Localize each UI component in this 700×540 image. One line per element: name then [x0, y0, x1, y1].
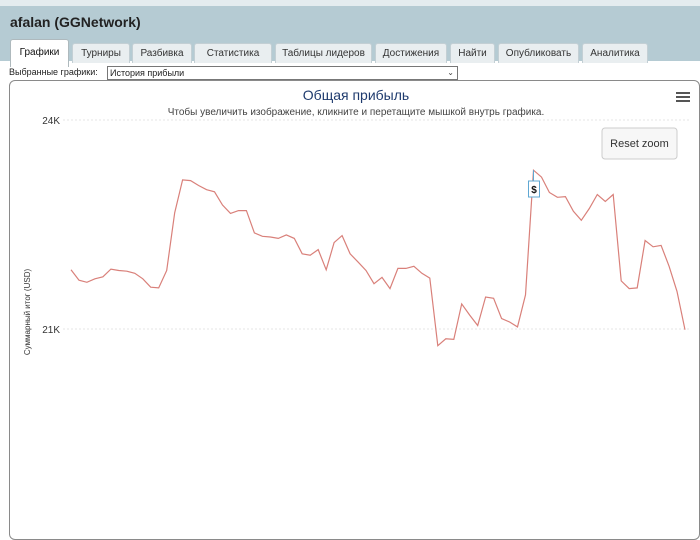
chart-selector-dropdown[interactable]: История прибыли ⌄ — [107, 66, 458, 80]
tab-publish[interactable]: Опубликовать — [498, 43, 579, 63]
app-header: afalan (GGNetwork) Графики Турниры Разби… — [0, 0, 700, 67]
profit-series-line — [70, 168, 686, 347]
y-tick-label: 24K — [42, 116, 60, 127]
chevron-down-icon: ⌄ — [447, 68, 454, 77]
profit-chart[interactable]: Общая прибыль Чтобы увеличить изображени… — [10, 81, 699, 527]
dollar-icon: $ — [531, 185, 537, 196]
tab-achievements[interactable]: Достижения — [375, 43, 447, 63]
tab-leaderboards[interactable]: Таблицы лидеров — [275, 43, 372, 63]
app-title: afalan (GGNetwork) — [10, 14, 141, 30]
chart-selector-label: Выбранные графики: — [9, 67, 98, 77]
chart-selector-value: История прибыли — [110, 68, 185, 78]
y-axis-title: Суммарный итог (USD) — [23, 269, 32, 356]
tab-tournaments[interactable]: Турниры — [72, 43, 130, 63]
reset-zoom-button[interactable]: Reset zoom — [601, 127, 678, 160]
hamburger-menu-icon[interactable] — [676, 92, 690, 102]
tab-statistics[interactable]: Статистика — [194, 43, 272, 63]
tab-analytics[interactable]: Аналитика — [582, 43, 648, 63]
reset-zoom-label: Reset zoom — [610, 138, 669, 150]
chart-subtitle: Чтобы увеличить изображение, кликните и … — [168, 106, 545, 118]
chart-title: Общая прибыль — [303, 87, 409, 103]
chart-container: Общая прибыль Чтобы увеличить изображени… — [9, 80, 700, 540]
tab-charts[interactable]: Графики — [10, 39, 69, 67]
tab-find[interactable]: Найти — [450, 43, 495, 63]
tab-breakdown[interactable]: Разбивка — [132, 43, 192, 63]
y-tick-label: 21K — [42, 325, 60, 336]
